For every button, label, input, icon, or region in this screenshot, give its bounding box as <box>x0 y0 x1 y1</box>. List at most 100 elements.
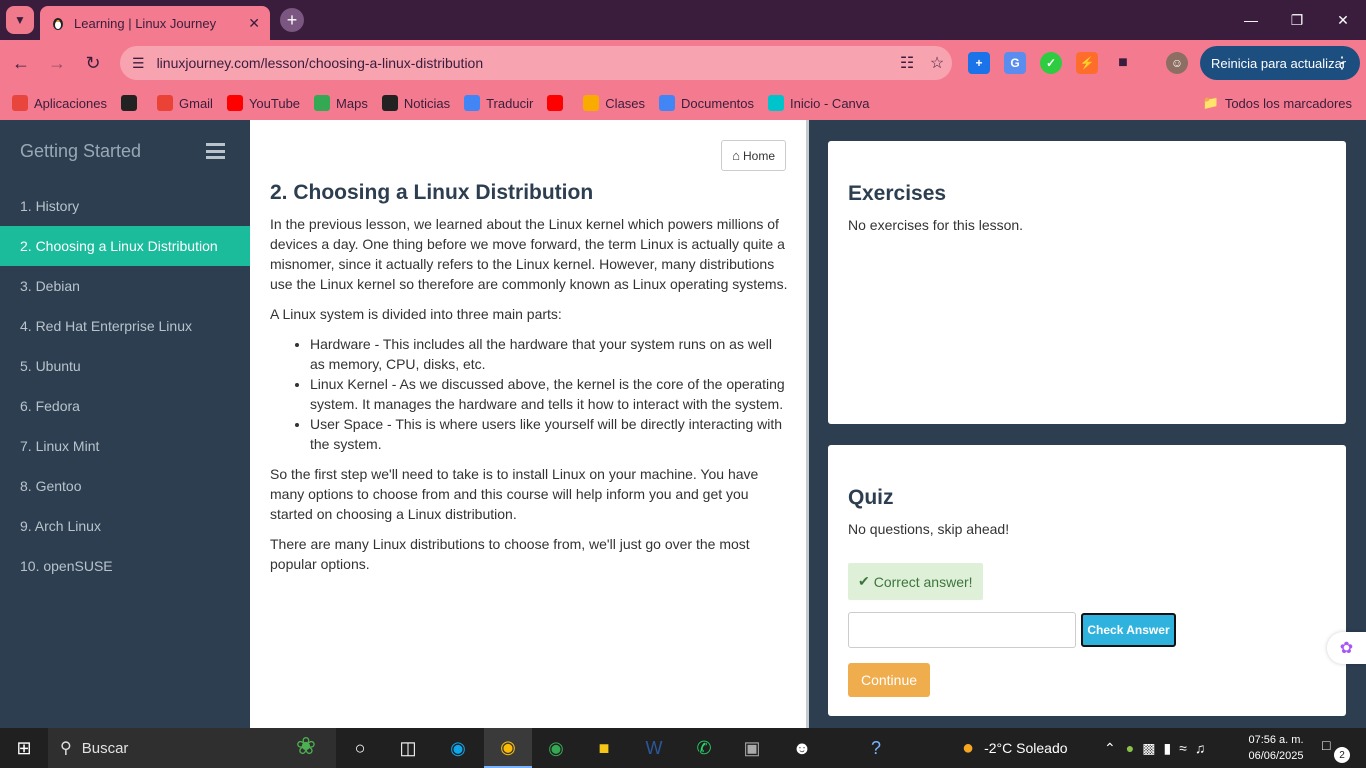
restart-update-button[interactable]: Reinicia para actualizar ⋮ <box>1200 46 1360 80</box>
sidebar-nav-item[interactable]: 1. History <box>0 186 250 226</box>
tab-strip: ▼ Learning | Linux Journey ✕ + — ❐ ✕ <box>0 0 1366 40</box>
tux-icon <box>53 18 63 30</box>
close-window-icon[interactable]: ✕ <box>1320 0 1366 40</box>
weather-widget[interactable]: ● -2°C Soleado <box>962 728 1068 768</box>
extension-translate-icon[interactable]: G <box>1004 52 1026 74</box>
windows-start-icon[interactable]: ⊞ <box>0 728 48 768</box>
taskbar-search[interactable]: ⚲ Buscar ❀ <box>48 728 336 768</box>
maps-icon <box>314 95 331 111</box>
extension-bolt-icon[interactable]: ⚡ <box>1076 52 1098 74</box>
lesson-paragraph: In the previous lesson, we learned about… <box>270 216 788 292</box>
tray-app-icon[interactable]: ● <box>1126 740 1134 756</box>
notifications-icon[interactable]: □ 2 <box>1322 737 1350 763</box>
tab-search-chevron-icon[interactable]: ▼ <box>6 6 34 34</box>
sidebar-nav-item[interactable]: 5. Ubuntu <box>0 346 250 386</box>
chrome-profile-icon[interactable]: ◉ <box>484 728 532 768</box>
exercises-title: Exercises <box>848 182 947 205</box>
volume-icon[interactable]: ♫ <box>1195 740 1206 756</box>
list-item: Hardware - This includes all the hardwar… <box>310 334 790 374</box>
minimize-icon[interactable]: — <box>1228 0 1274 40</box>
bookmark-item[interactable]: Clases <box>583 95 645 111</box>
update-label: Reinicia para actualizar <box>1211 55 1347 71</box>
bookmark-item[interactable] <box>121 95 143 111</box>
site-info-icon[interactable]: ☰ <box>132 55 145 72</box>
chrome-icon[interactable]: ◉ <box>532 728 580 768</box>
youtube-icon <box>547 95 564 111</box>
tab-linux-journey[interactable]: Learning | Linux Journey ✕ <box>40 6 270 40</box>
all-bookmarks-link[interactable]: 📁 Todos los marcadores <box>1203 86 1352 120</box>
bookmark-item[interactable]: Noticias <box>381 95 450 111</box>
bookmark-item[interactable]: Aplicaciones <box>12 95 107 111</box>
sidebar-nav-item[interactable]: 8. Gentoo <box>0 466 250 506</box>
sidebar-title: Getting Started <box>20 141 142 161</box>
show-hidden-icons-icon[interactable]: ⌃ <box>1104 740 1116 757</box>
sidebar-nav-item[interactable]: 10. openSUSE <box>0 546 250 586</box>
clock[interactable]: 07:56 a. m. 06/06/2025 <box>1244 732 1308 764</box>
bookmark-item[interactable]: Inicio - Canva <box>768 95 870 111</box>
back-icon[interactable]: ← <box>8 50 34 76</box>
docs-icon <box>659 95 676 111</box>
apps-grid-icon <box>12 95 28 111</box>
extension-plus-icon[interactable]: + <box>968 52 990 74</box>
quiz-text: No questions, skip ahead! <box>848 521 1010 537</box>
correct-answer-label: Correct answer! <box>873 573 973 590</box>
wifi-icon[interactable]: ≈ <box>1179 740 1187 756</box>
bookmark-item[interactable]: Traducir <box>464 95 533 111</box>
plant-icon: ❀ <box>295 733 316 760</box>
profile-avatar[interactable]: ☺ <box>1166 52 1188 74</box>
cortana-icon[interactable]: ○ <box>336 728 384 768</box>
help-icon[interactable]: ? <box>852 728 900 768</box>
sun-icon: ● <box>962 736 975 759</box>
tray-device-icon[interactable]: ▩ <box>1142 740 1155 757</box>
sidebar-nav-item[interactable]: 4. Red Hat Enterprise Linux <box>0 306 250 346</box>
globe-icon <box>121 95 137 111</box>
clock-date: 06/06/2025 <box>1248 750 1304 762</box>
reload-icon[interactable]: ↻ <box>80 50 106 76</box>
hamburger-menu-icon[interactable] <box>206 143 225 159</box>
bookmark-star-icon[interactable]: ☆ <box>922 53 952 73</box>
bookmark-item[interactable] <box>547 95 569 111</box>
right-column: Exercises No exercises for this lesson. … <box>809 120 1366 728</box>
word-icon[interactable]: W <box>630 728 678 768</box>
sidebar-nav-item[interactable]: 9. Arch Linux <box>0 506 250 546</box>
more-menu-icon[interactable]: ⋮ <box>1334 53 1350 73</box>
file-explorer-icon[interactable]: ■ <box>580 728 628 768</box>
translate-page-icon[interactable]: ☷ <box>892 53 922 73</box>
bookmark-label: Documentos <box>681 95 755 111</box>
url-text[interactable]: linuxjourney.com/lesson/choosing-a-linux… <box>157 55 892 71</box>
lesson-paragraph: So the first step we'll need to take is … <box>270 466 759 522</box>
bookmark-item[interactable]: Documentos <box>659 95 754 111</box>
task-view-icon[interactable]: ◫ <box>384 728 432 768</box>
bookmark-label: Aplicaciones <box>34 95 107 111</box>
bookmark-item[interactable]: Gmail <box>157 95 213 111</box>
address-bar[interactable]: ☰ linuxjourney.com/lesson/choosing-a-lin… <box>120 46 952 80</box>
battery-icon[interactable]: ▮ <box>1163 740 1171 757</box>
bookmark-item[interactable]: YouTube <box>226 95 300 111</box>
home-button[interactable]: ⌂ Home <box>721 140 786 171</box>
browser-toolbar: ← → ↻ ☰ linuxjourney.com/lesson/choosing… <box>0 40 1366 86</box>
page: Getting Started 1. History 2. Choosing a … <box>0 120 1366 728</box>
classroom-icon <box>583 95 600 111</box>
sidebar-nav-item[interactable]: 2. Choosing a Linux Distribution <box>0 226 250 266</box>
answer-input[interactable] <box>848 612 1076 648</box>
extensions-puzzle-icon[interactable]: ■ <box>1112 52 1134 74</box>
forward-icon[interactable]: → <box>44 50 70 76</box>
brain-extension-icon[interactable]: ✿ <box>1327 632 1366 664</box>
edge-icon[interactable]: ◉ <box>434 728 482 768</box>
restore-icon[interactable]: ❐ <box>1274 0 1320 40</box>
new-tab-button[interactable]: + <box>280 8 304 32</box>
weather-text: -2°C Soleado <box>984 740 1068 756</box>
sidebar-nav-item[interactable]: 6. Fedora <box>0 386 250 426</box>
whatsapp-icon[interactable]: ✆ <box>680 728 728 768</box>
sidebar-nav-item[interactable]: 7. Linux Mint <box>0 426 250 466</box>
sidebar-nav-item[interactable]: 3. Debian <box>0 266 250 306</box>
extension-check-icon[interactable]: ✓ <box>1040 52 1062 74</box>
bookmarks-divider <box>1195 7 1196 27</box>
check-answer-button[interactable]: Check Answer <box>1081 613 1176 647</box>
app-avatar-icon[interactable]: ☻ <box>778 728 826 768</box>
continue-button[interactable]: Continue <box>848 663 930 697</box>
search-icon: ⚲ <box>60 740 72 757</box>
tab-close-icon[interactable]: ✕ <box>248 15 260 32</box>
bookmark-item[interactable]: Maps <box>314 95 368 111</box>
app-window-icon[interactable]: ▣ <box>728 728 776 768</box>
